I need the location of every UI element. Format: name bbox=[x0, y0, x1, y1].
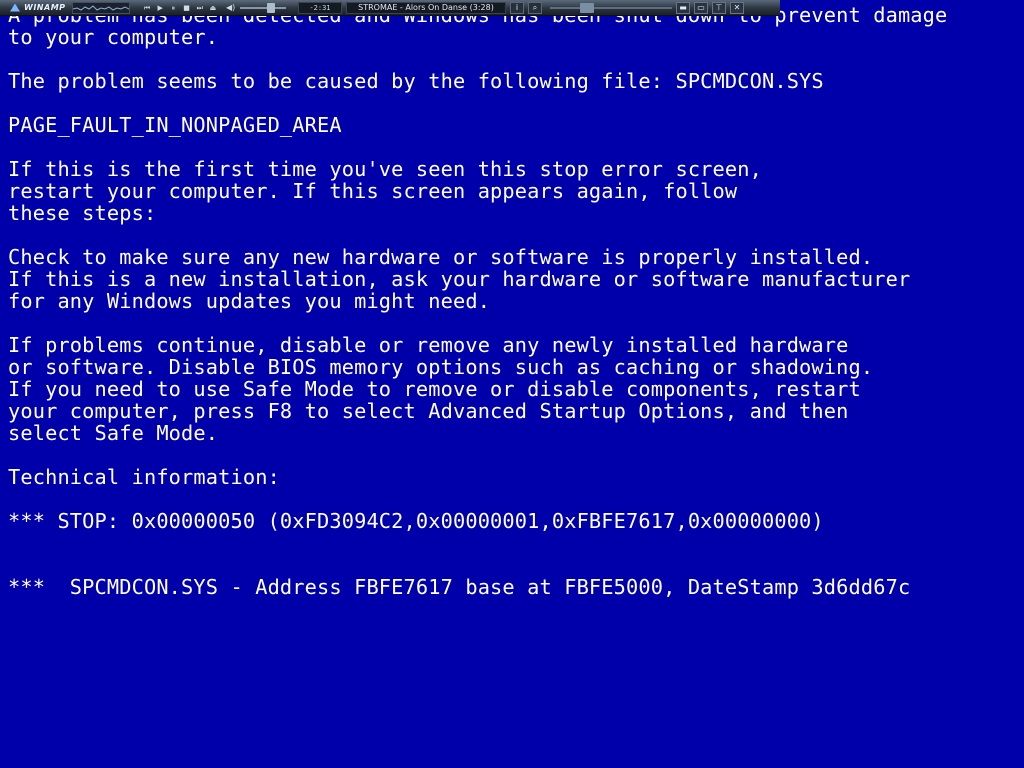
continue-line-2: or software. Disable BIOS memory options… bbox=[8, 355, 874, 379]
pause-button[interactable]: ⏸ bbox=[168, 3, 178, 13]
stop-button[interactable]: ■ bbox=[182, 3, 192, 13]
visualizer[interactable] bbox=[72, 1, 130, 14]
info-button[interactable]: i bbox=[510, 1, 524, 14]
seek-track bbox=[550, 6, 672, 9]
continue-line-3: If you need to use Safe Mode to remove o… bbox=[8, 377, 861, 401]
search-icon: ⌕ bbox=[532, 2, 538, 12]
time-display[interactable]: -2:31 bbox=[298, 1, 342, 14]
driver-address-line: *** SPCMDCON.SYS - Address FBFE7617 base… bbox=[8, 575, 911, 599]
seek-bar[interactable] bbox=[550, 2, 672, 14]
check-line-1: Check to make sure any new hardware or s… bbox=[8, 245, 874, 269]
pin-button[interactable]: ⊤ bbox=[712, 1, 726, 14]
winamp-mini-player[interactable]: WINAMP ⏮ ▶ ⏸ ■ ⏭ ⏏ ◀) -2:31 STROMAE - Al… bbox=[0, 0, 780, 16]
first-time-line-2: restart your computer. If this screen ap… bbox=[8, 179, 738, 203]
cause-line: The problem seems to be caused by the fo… bbox=[8, 69, 824, 93]
winamp-logo[interactable]: WINAMP bbox=[4, 2, 66, 14]
eject-button[interactable]: ⏏ bbox=[208, 3, 218, 13]
bsod-screen: A problem has been detected and Windows … bbox=[8, 4, 1018, 598]
first-time-line-3: these steps: bbox=[8, 201, 157, 225]
speaker-icon: ◀) bbox=[226, 2, 236, 12]
tech-info-header: Technical information: bbox=[8, 465, 280, 489]
visualizer-waveform-icon bbox=[73, 4, 129, 11]
continue-line-1: If problems continue, disable or remove … bbox=[8, 333, 849, 357]
stop-code-line: *** STOP: 0x00000050 (0xFD3094C2,0x00000… bbox=[8, 509, 824, 533]
seek-knob[interactable] bbox=[580, 2, 594, 13]
restore-button[interactable]: ▭ bbox=[694, 1, 708, 14]
search-button[interactable]: ⌕ bbox=[528, 1, 542, 14]
continue-line-4: your computer, press F8 to select Advanc… bbox=[8, 399, 849, 423]
volume-track bbox=[240, 6, 286, 9]
winamp-logo-text: WINAMP bbox=[24, 3, 66, 12]
play-button[interactable]: ▶ bbox=[155, 3, 165, 13]
next-button[interactable]: ⏭ bbox=[195, 3, 205, 13]
shade-button[interactable]: ▬ bbox=[676, 1, 690, 14]
first-time-line-1: If this is the first time you've seen th… bbox=[8, 157, 762, 181]
check-line-3: for any Windows updates you might need. bbox=[8, 289, 491, 313]
close-button[interactable]: ✕ bbox=[730, 1, 744, 14]
winamp-logo-icon bbox=[10, 3, 20, 12]
continue-line-5: select Safe Mode. bbox=[8, 421, 219, 445]
playback-controls: ⏮ ▶ ⏸ ■ ⏭ ⏏ bbox=[142, 2, 218, 14]
previous-button[interactable]: ⏮ bbox=[142, 3, 152, 13]
volume-knob[interactable] bbox=[267, 2, 275, 13]
check-line-2: If this is a new installation, ask your … bbox=[8, 267, 911, 291]
intro-line-2: to your computer. bbox=[8, 25, 219, 49]
error-code: PAGE_FAULT_IN_NONPAGED_AREA bbox=[8, 113, 342, 137]
song-title-display[interactable]: STROMAE - Alors On Danse (3:28) bbox=[346, 1, 506, 14]
volume-slider[interactable]: ◀) bbox=[226, 2, 286, 14]
